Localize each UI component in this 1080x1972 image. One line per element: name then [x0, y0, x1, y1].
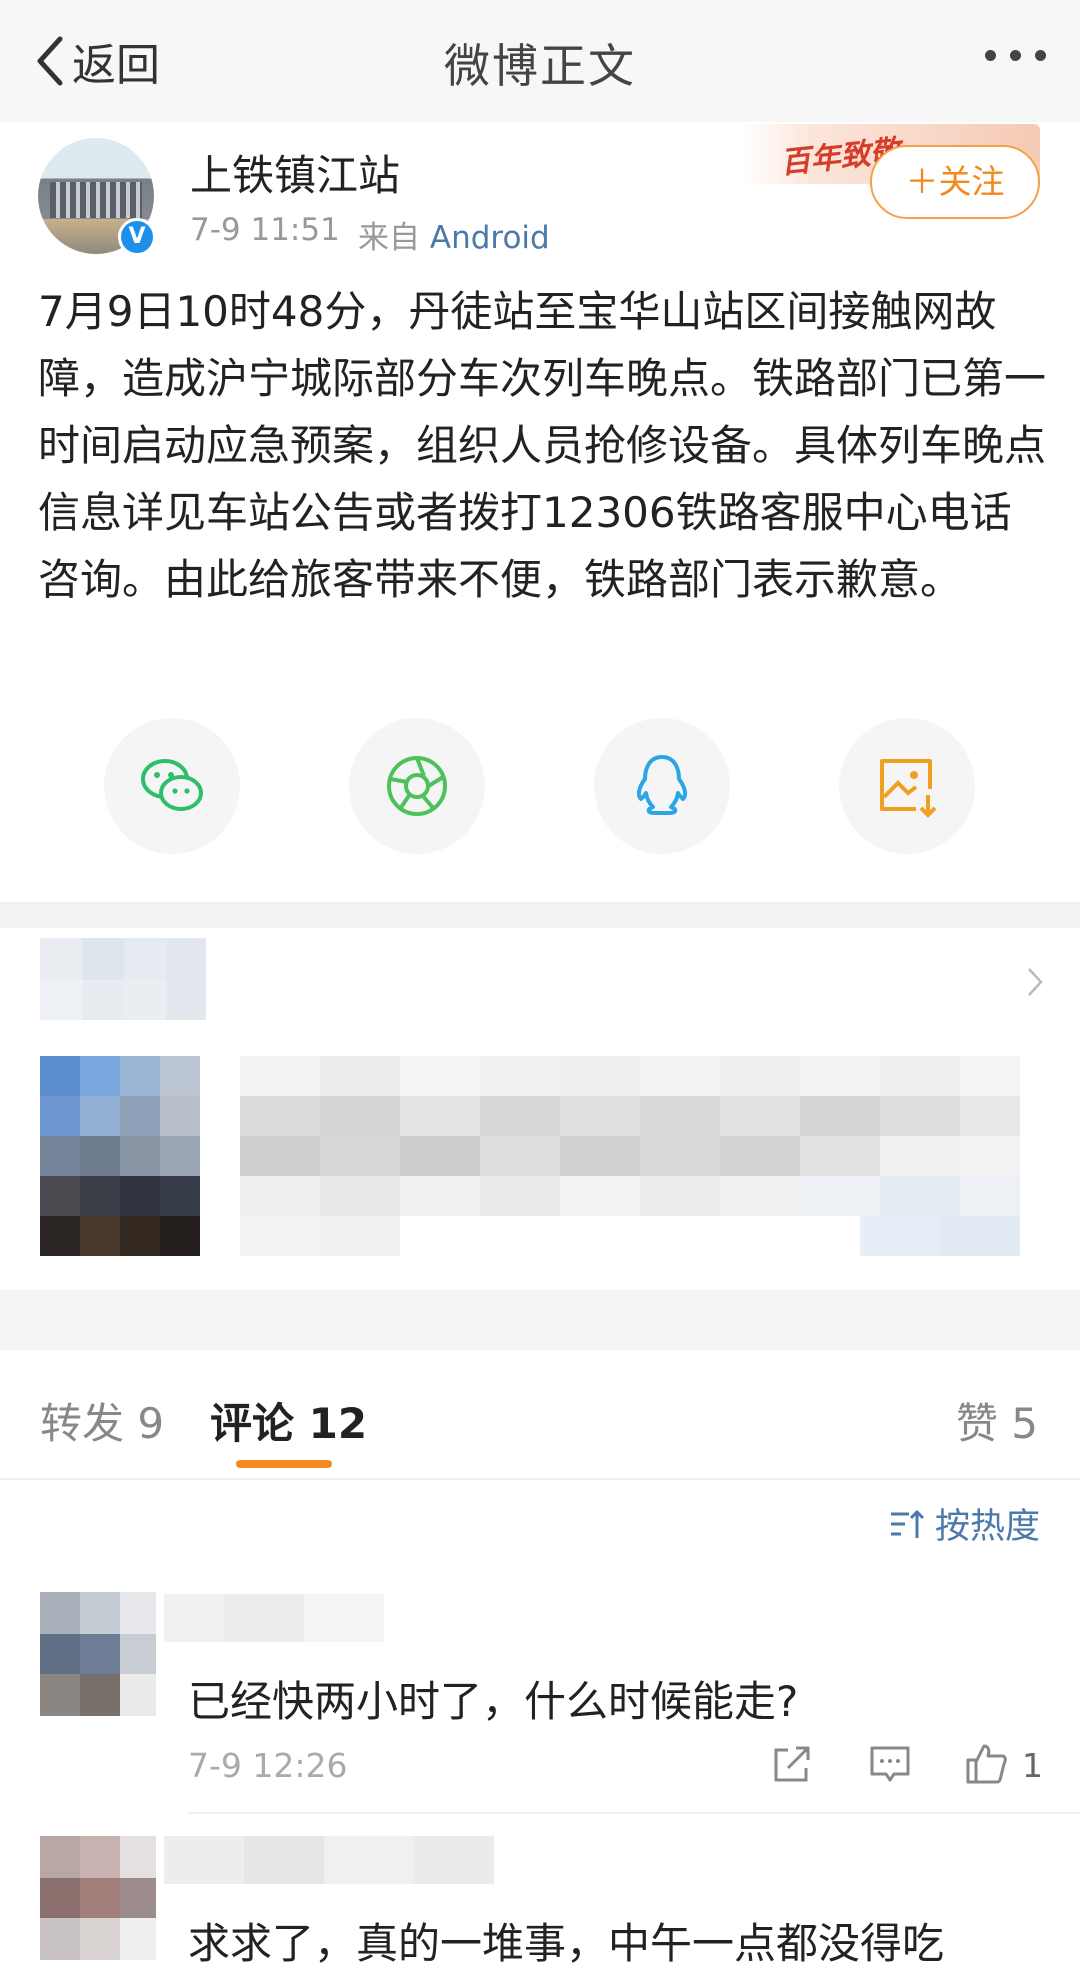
tab-like[interactable]: 赞 5: [956, 1390, 1038, 1451]
post-text: 7月9日10时48分，丹徒站至宝华山站区间接触网故障，造成沪宁城际部分车次列车晚…: [38, 287, 1047, 604]
comment-avatar[interactable]: [40, 1592, 156, 1716]
tab-repost[interactable]: 转发 9: [40, 1390, 164, 1451]
share-qq-button[interactable]: [594, 718, 730, 854]
verified-badge-icon: V: [118, 218, 156, 256]
wechat-icon: [141, 759, 203, 811]
pixelated-card-title: [40, 938, 206, 1020]
share-wechat-button[interactable]: [104, 718, 240, 854]
active-tab-indicator: [236, 1460, 332, 1468]
tabs-divider: [0, 1478, 1080, 1480]
page-title: 微博正文: [444, 39, 636, 93]
save-image-button[interactable]: [839, 718, 975, 854]
section-divider: [0, 1290, 1080, 1350]
comment-text: 已经快两小时了，什么时候能走?: [188, 1677, 799, 1726]
share-moments-button[interactable]: [349, 718, 485, 854]
follow-button[interactable]: ＋关注: [870, 145, 1040, 219]
comment-avatar[interactable]: [40, 1836, 156, 1960]
commenter-name[interactable]: [164, 1836, 494, 1884]
more-dots-icon[interactable]: [985, 50, 1046, 61]
comment-time: 7-9 12:26: [188, 1746, 348, 1785]
author-name[interactable]: 上铁镇江站: [190, 142, 400, 203]
post-source: 来自 Android: [358, 212, 550, 257]
section-divider: [0, 902, 1080, 928]
share-icon: [774, 1746, 810, 1782]
save-image-icon: [880, 759, 937, 818]
tab-comment[interactable]: 评论 12: [210, 1390, 367, 1451]
source-prefix: 来自: [358, 220, 420, 256]
comment-icon: [870, 1746, 910, 1782]
qq-icon: [636, 755, 688, 815]
thumbs-up-icon: [966, 1744, 1007, 1784]
sort-icon: [890, 1509, 925, 1538]
comment-like-button[interactable]: [964, 1742, 1008, 1790]
pixelated-content-block: [40, 1056, 1020, 1256]
source-app: Android: [429, 220, 550, 256]
comment-divider: [188, 1812, 1080, 1814]
commenter-name[interactable]: [164, 1594, 384, 1642]
comment-repost-button[interactable]: [770, 1742, 814, 1790]
interaction-tabs: 转发 9 评论 12 赞 5: [0, 1350, 1080, 1480]
comment-like-count: 1: [1022, 1746, 1043, 1785]
comment-text: 求求了，真的一堆事，中午一点都没得吃: [188, 1919, 945, 1968]
top-nav-bar: 返回 微博正文: [0, 0, 1080, 122]
sort-label: 按热度: [934, 1507, 1040, 1547]
chevron-right-icon[interactable]: [1026, 966, 1044, 998]
moments-icon: [387, 756, 447, 816]
post-time: 7-9 11:51: [190, 212, 340, 248]
sort-button[interactable]: 按热度: [887, 1498, 1040, 1549]
comment-reply-button[interactable]: [868, 1742, 912, 1790]
